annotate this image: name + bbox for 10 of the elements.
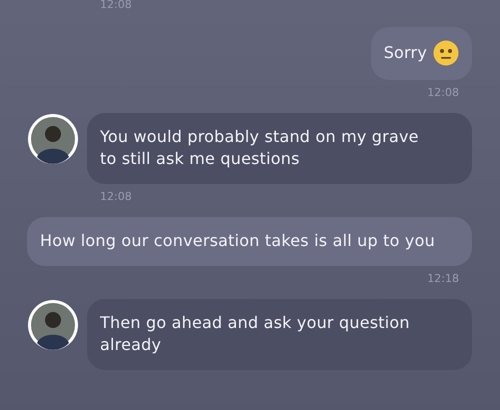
message-time: 12:08	[427, 86, 459, 99]
message-bubble: Sorry	[370, 27, 472, 80]
message-time: 12:08	[100, 190, 132, 203]
message-time: 12:18	[427, 272, 459, 285]
message-time: 12:08	[100, 0, 132, 11]
avatar-icon	[27, 299, 79, 351]
message-bubble: How long our conversation takes is all up to you	[27, 217, 472, 266]
message-bubble: Then go ahead and ask your question already	[87, 299, 472, 370]
avatar-icon	[27, 113, 79, 165]
message-bubble: You would probably stand on my grave to still ask me questions	[87, 113, 472, 184]
